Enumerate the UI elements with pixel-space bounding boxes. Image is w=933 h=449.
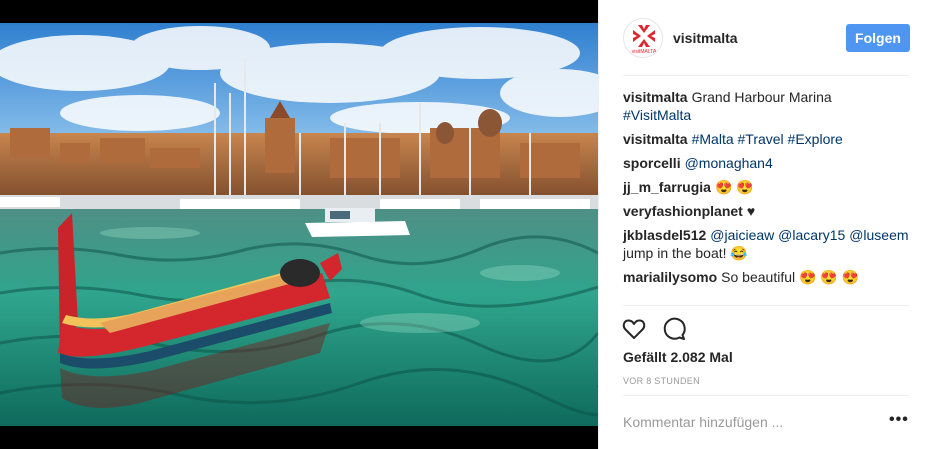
list-item: veryfashionplanet ♥ <box>623 202 910 220</box>
comment-author[interactable]: visitmalta <box>623 131 688 147</box>
comment-author[interactable]: veryfashionplanet <box>623 203 743 219</box>
list-item: jj_m_farrugia 😍 😍 <box>623 178 910 196</box>
avatar[interactable]: visitMALTA <box>623 18 663 58</box>
heart-icon[interactable] <box>621 316 647 342</box>
comment-author[interactable]: jkblasdel512 <box>623 227 706 243</box>
comment-author[interactable]: jj_m_farrugia <box>623 179 711 195</box>
comment-input[interactable] <box>623 408 873 436</box>
more-options-icon[interactable]: ••• <box>889 412 909 430</box>
hashtag-link[interactable]: #VisitMalta <box>623 107 691 123</box>
avatar-wordmark: visitMALTA <box>632 49 657 55</box>
comment-author[interactable]: sporcelli <box>623 155 681 171</box>
list-item: sporcelli @monaghan4 <box>623 154 910 172</box>
comment-text: Grand Harbour Marina <box>691 89 832 105</box>
comment-text: ♥ <box>746 203 756 219</box>
comment-bubble-icon[interactable] <box>661 316 687 342</box>
post-sidebar: visitMALTA visitmalta Folgen visitmalta G… <box>598 0 933 449</box>
username[interactable]: visitmalta <box>673 30 738 46</box>
caption: visitmalta Grand Harbour Marina #VisitMal… <box>623 88 910 124</box>
post-header: visitMALTA visitmalta Folgen <box>623 18 910 76</box>
comment-list: visitmalta Grand Harbour Marina #VisitMal… <box>623 88 910 292</box>
comment-text: 😍 😍 <box>714 179 754 195</box>
like-count[interactable]: Gefällt 2.082 Mal <box>623 349 733 365</box>
comment-text: So beautiful 😍 😍 😍 <box>721 269 860 285</box>
comment-author[interactable]: marialilysomo <box>623 269 717 285</box>
post-media <box>0 0 598 449</box>
comment-text: jump in the boat! 😂 <box>623 245 748 261</box>
hashtag-link[interactable]: #Malta #Travel #Explore <box>692 131 843 147</box>
mention-link[interactable]: @monaghan4 <box>685 155 773 171</box>
comment-author[interactable]: visitmalta <box>623 89 688 105</box>
divider <box>623 395 910 396</box>
list-item: marialilysomo So beautiful 😍 😍 😍 <box>623 268 910 286</box>
divider <box>623 305 910 306</box>
follow-button[interactable]: Folgen <box>846 24 910 52</box>
list-item: jkblasdel512 @jaicieaw @lacary15 @luseem … <box>623 226 910 262</box>
list-item: visitmalta #Malta #Travel #Explore <box>623 130 910 148</box>
post-timestamp[interactable]: VOR 8 STUNDEN <box>623 376 700 386</box>
mention-link[interactable]: @jaicieaw @lacary15 @luseem <box>710 227 908 243</box>
post-photo[interactable] <box>0 23 598 426</box>
maltese-cross-logo: visitMALTA <box>632 25 657 55</box>
